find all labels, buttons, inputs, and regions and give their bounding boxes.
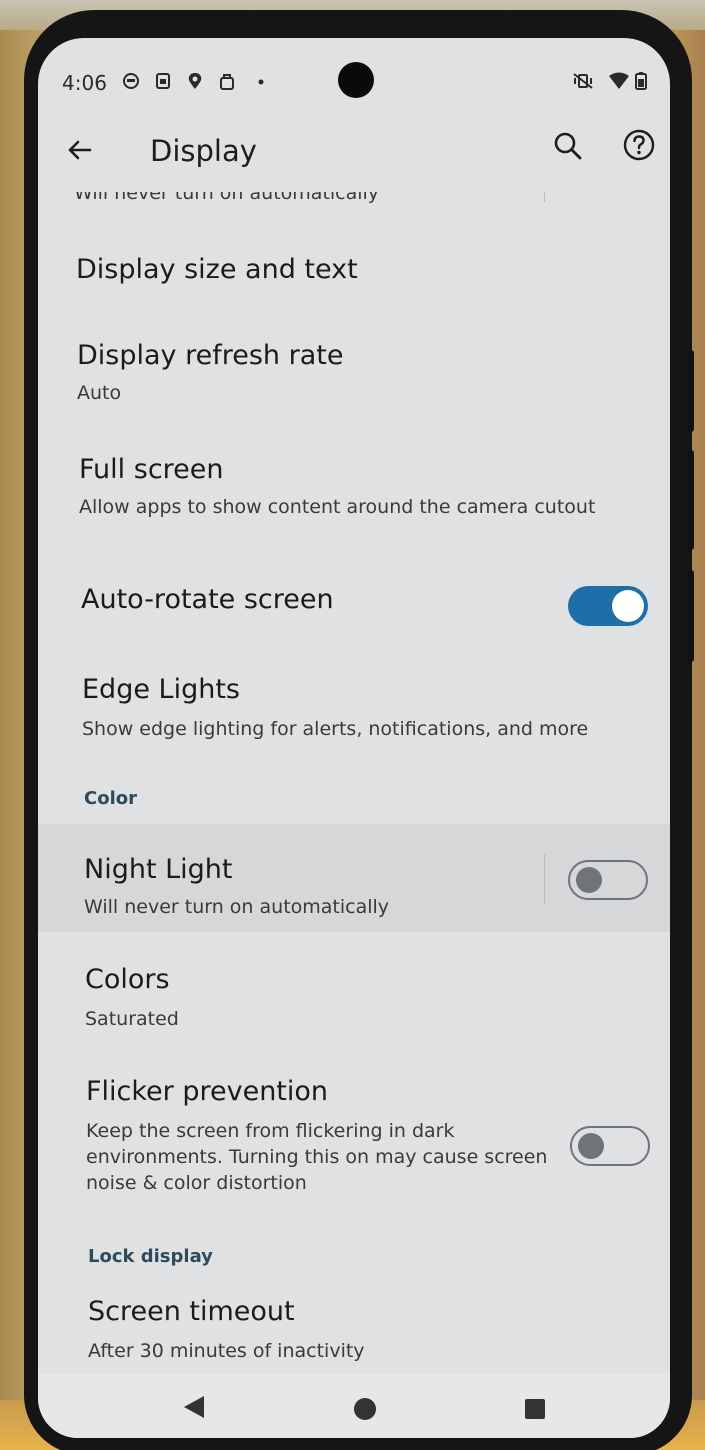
flicker-toggle-knob bbox=[578, 1133, 604, 1159]
partial-item-divider bbox=[544, 192, 545, 202]
setting-refresh-rate-title: Display refresh rate bbox=[77, 340, 344, 371]
screen: 4:06 Display Will never turn on automati… bbox=[38, 38, 670, 1438]
setting-auto-rotate-title: Auto-rotate screen bbox=[81, 584, 334, 615]
settings-list: Will never turn on automatically Display… bbox=[38, 192, 670, 1374]
setting-night-light-title: Night Light bbox=[84, 854, 233, 885]
night-light-toggle-knob bbox=[576, 867, 602, 893]
partial-item[interactable]: Will never turn on automatically bbox=[38, 192, 670, 222]
wifi-icon bbox=[608, 72, 630, 90]
setting-display-size[interactable]: Display size and text bbox=[38, 238, 670, 326]
dot-icon bbox=[252, 72, 270, 90]
setting-colors-title: Colors bbox=[85, 964, 170, 995]
night-light-toggle[interactable] bbox=[568, 860, 648, 900]
flicker-toggle[interactable] bbox=[570, 1126, 650, 1166]
help-icon bbox=[623, 129, 655, 161]
setting-flicker[interactable]: Flicker prevention Keep the screen from … bbox=[38, 1062, 670, 1202]
setting-full-screen[interactable]: Full screen Allow apps to show content a… bbox=[38, 442, 670, 542]
setting-display-size-title: Display size and text bbox=[76, 254, 358, 285]
battery-icon bbox=[634, 72, 648, 90]
arrow-back-icon bbox=[68, 140, 92, 160]
section-header-lock-display: Lock display bbox=[88, 1246, 213, 1267]
nav-home-icon bbox=[354, 1398, 376, 1420]
notification-icon bbox=[122, 72, 140, 90]
location-pin-icon bbox=[186, 72, 204, 90]
side-button-power bbox=[688, 570, 694, 662]
help-button[interactable] bbox=[620, 126, 658, 164]
setting-screen-timeout[interactable]: Screen timeout After 30 minutes of inact… bbox=[38, 1282, 670, 1374]
side-button-lower bbox=[688, 450, 694, 550]
status-bar: 4:06 bbox=[38, 38, 670, 118]
setting-flicker-summary-line1: Keep the screen from flickering in dark bbox=[86, 1120, 455, 1142]
setting-screen-timeout-summary: After 30 minutes of inactivity bbox=[88, 1340, 365, 1362]
setting-screen-timeout-title: Screen timeout bbox=[88, 1296, 295, 1327]
search-icon bbox=[554, 132, 582, 160]
setting-edge-lights[interactable]: Edge Lights Show edge lighting for alert… bbox=[38, 662, 670, 762]
nav-back-button[interactable] bbox=[182, 1394, 206, 1424]
search-button[interactable] bbox=[550, 128, 586, 164]
setting-auto-rotate[interactable]: Auto-rotate screen bbox=[38, 562, 670, 652]
auto-rotate-toggle-knob bbox=[612, 590, 644, 622]
sim-icon bbox=[154, 72, 172, 90]
app-bar: Display bbox=[38, 118, 670, 192]
page-title: Display bbox=[150, 134, 257, 168]
vibrate-off-icon bbox=[572, 72, 594, 90]
partial-item-summary: Will never turn on automatically bbox=[74, 192, 380, 204]
nav-recents-button[interactable] bbox=[524, 1398, 546, 1424]
night-light-divider bbox=[544, 854, 545, 904]
setting-colors-summary: Saturated bbox=[85, 1008, 179, 1030]
section-header-color: Color bbox=[84, 788, 137, 809]
nav-home-button[interactable] bbox=[352, 1396, 378, 1426]
setting-flicker-summary-line2: environments. Turning this on may cause … bbox=[86, 1146, 548, 1168]
status-time: 4:06 bbox=[62, 71, 107, 95]
setting-edge-lights-title: Edge Lights bbox=[82, 674, 240, 705]
setting-colors[interactable]: Colors Saturated bbox=[38, 952, 670, 1052]
camera-cutout bbox=[338, 62, 374, 98]
bag-icon bbox=[218, 72, 236, 90]
nav-back-icon bbox=[184, 1396, 204, 1418]
navigation-bar bbox=[38, 1374, 670, 1438]
setting-full-screen-summary: Allow apps to show content around the ca… bbox=[79, 496, 596, 518]
nav-recents-icon bbox=[525, 1399, 545, 1419]
setting-refresh-rate[interactable]: Display refresh rate Auto bbox=[38, 328, 670, 428]
back-button[interactable] bbox=[62, 132, 98, 168]
setting-night-light-summary: Will never turn on automatically bbox=[84, 896, 390, 918]
side-button-upper bbox=[688, 350, 694, 432]
setting-full-screen-title: Full screen bbox=[79, 454, 224, 485]
setting-refresh-rate-summary: Auto bbox=[77, 382, 122, 404]
setting-flicker-summary-line3: noise & color distortion bbox=[86, 1172, 307, 1194]
setting-flicker-title: Flicker prevention bbox=[86, 1076, 329, 1107]
setting-edge-lights-summary: Show edge lighting for alerts, notificat… bbox=[82, 718, 589, 740]
auto-rotate-toggle[interactable] bbox=[568, 586, 648, 626]
setting-night-light[interactable]: Night Light Will never turn on automatic… bbox=[38, 824, 670, 932]
